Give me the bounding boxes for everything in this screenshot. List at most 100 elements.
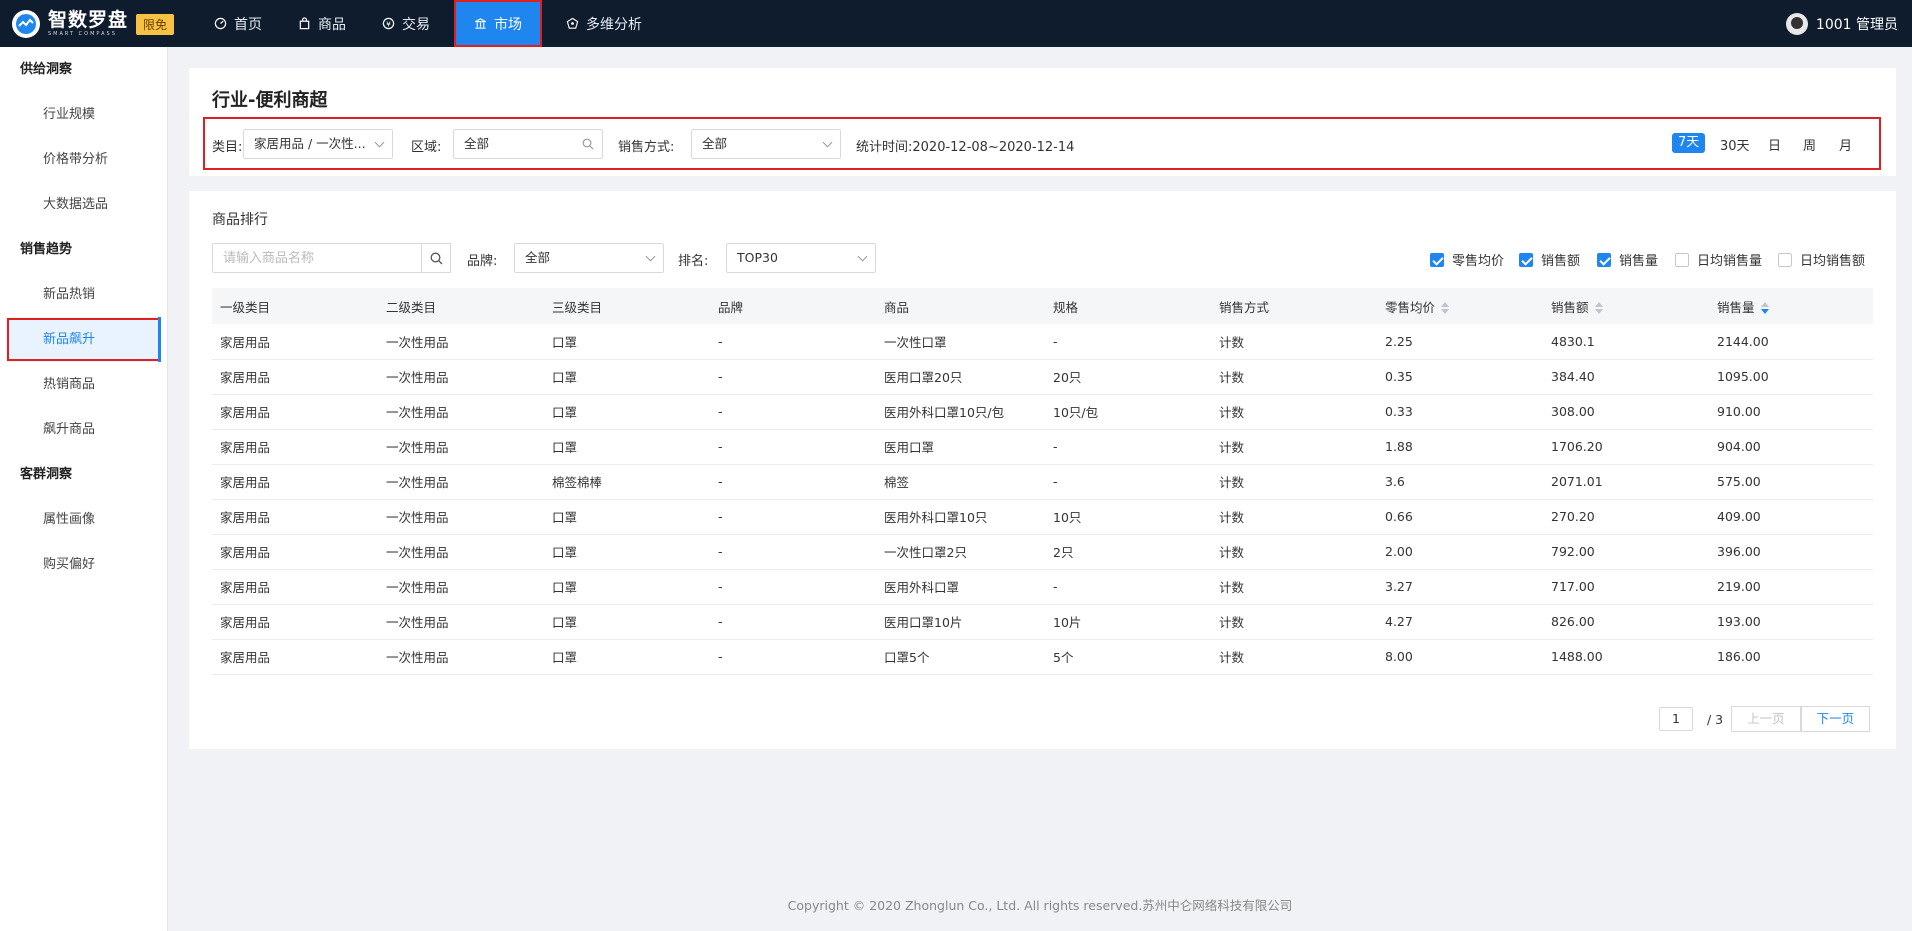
period-30d[interactable]: 30天 [1716,135,1754,154]
table-cell: - [710,639,876,675]
rank-value: TOP30 [737,250,778,265]
table-row[interactable]: 家居用品 一次性用品 口罩 - 医用外科口罩10只 10只 计数 0.66 270.20 409.… [212,499,1873,535]
logo[interactable]: 智数罗盘 SMART COMPASS 限免 [12,9,175,39]
user-name: 1001 管理员 [1815,16,1898,33]
table-cell: 口罩 [544,534,710,570]
table-row[interactable]: 家居用品 一次性用品 口罩 - 一次性口罩2只 2只 计数 2.00 792.00 396.00 [212,534,1873,570]
col-spec: 规格 [1045,288,1211,324]
brand-select[interactable]: 全部 [514,243,664,273]
table-cell: 1488.00 [1543,639,1709,675]
rank-label: 排名: [678,254,709,269]
sidebar-item-hot-goods[interactable]: 热销商品 [0,362,167,407]
region-select[interactable]: 全部 [453,129,603,159]
col-retail-price[interactable]: 零售均价 [1377,288,1543,324]
nav-home[interactable]: 首页 [196,0,280,47]
nav-trade[interactable]: ¥ 交易 [364,0,448,47]
sort-icon[interactable] [1441,302,1450,314]
metric-daily-volume-checkbox[interactable]: 日均销售量 [1675,250,1762,269]
table-cell: 一次性用品 [378,534,544,570]
table-cell: 2144.00 [1709,324,1873,360]
table-cell: 一次性用品 [378,604,544,640]
chevron-down-icon [857,251,868,262]
rank-select[interactable]: TOP30 [726,243,876,273]
search-icon [582,138,594,150]
table-row[interactable]: 家居用品 一次性用品 口罩 - 口罩5个 5个 计数 8.00 1488.00 186.00 [212,639,1873,675]
table-cell: 一次性用品 [378,429,544,465]
sidebar-item-purchase-preference[interactable]: 购买偏好 [0,542,167,587]
sidebar-item-new-rising[interactable]: 新品飙升 [6,317,161,362]
user-menu[interactable]: 1001 管理员 [1785,0,1898,47]
table-cell: 10只 [1045,499,1211,535]
sales-mode-select[interactable]: 全部 [691,129,841,159]
table-cell: 计数 [1211,464,1377,500]
table-row[interactable]: 家居用品 一次性用品 口罩 - 一次性口罩 - 计数 2.25 4830.1 2144.00 [212,324,1873,360]
table-cell: 一次性用品 [378,464,544,500]
period-7d[interactable]: 7天 [1672,133,1706,153]
checkbox-checked-icon [1519,252,1533,267]
table-row[interactable]: 家居用品 一次性用品 口罩 - 医用口罩20只 20只 计数 0.35 384.40 1095.0… [212,359,1873,395]
sidebar-item-industry-scale[interactable]: 行业规模 [0,92,167,137]
table-cell: 医用外科口罩 [876,569,1045,605]
table-cell: 家居用品 [212,534,378,570]
nav-analysis[interactable]: 多维分析 [548,0,660,47]
table-row[interactable]: 家居用品 一次性用品 口罩 - 医用口罩 - 计数 1.88 1706.20 904.00 [212,429,1873,465]
table-cell: 计数 [1211,429,1377,465]
table-cell: 家居用品 [212,499,378,535]
table-row[interactable]: 家居用品 一次性用品 口罩 - 医用外科口罩10只/包 10只/包 计数 0.33 308.00… [212,394,1873,430]
table-cell: 575.00 [1709,464,1873,500]
table-cell: 计数 [1211,359,1377,395]
sidebar-item-attribute-profile[interactable]: 属性画像 [0,497,167,542]
table-cell: 家居用品 [212,359,378,395]
sort-icon[interactable] [1594,302,1603,314]
metric-retail-price-checkbox[interactable]: 零售均价 [1430,250,1504,269]
sidebar-item-rising-goods[interactable]: 飙升商品 [0,407,167,452]
sidebar-item-price-band[interactable]: 价格带分析 [0,137,167,182]
table-cell: 826.00 [1543,604,1709,640]
metric-sales-amount-checkbox[interactable]: 销售额 [1519,250,1580,269]
table-header-row: 一级类目 二级类目 三级类目 品牌 商品 规格 销售方式 零售均价 销售额 销售… [212,288,1873,324]
table-row[interactable]: 家居用品 一次性用品 口罩 - 医用外科口罩 - 计数 3.27 717.00 219.00 [212,569,1873,605]
table-cell: 4830.1 [1543,324,1709,360]
sidebar-item-new-hot[interactable]: 新品热销 [0,272,167,317]
table-cell: 186.00 [1709,639,1873,675]
metric-label: 销售量 [1619,254,1659,269]
metric-sales-volume-checkbox[interactable]: 销售量 [1597,250,1658,269]
period-month[interactable]: 月 [1835,135,1856,154]
table-cell: 一次性用品 [378,359,544,395]
metric-daily-amount-checkbox[interactable]: 日均销售额 [1778,250,1865,269]
sales-mode-label: 销售方式: [618,140,675,155]
page-input[interactable]: 1 [1659,707,1693,731]
search-button[interactable] [421,243,451,273]
table-cell: 384.40 [1543,359,1709,395]
table-cell: - [710,534,876,570]
col-retail-price-label: 零售均价 [1385,299,1436,315]
table-cell: 计数 [1211,534,1377,570]
app-subtitle: SMART COMPASS [48,31,117,37]
table-cell: - [710,464,876,500]
category-select[interactable]: 家居用品 / 一次性... [243,129,393,159]
nav-market[interactable]: 市场 [454,0,542,47]
table-cell: 一次性用品 [378,394,544,430]
table-cell: 4.27 [1377,604,1543,640]
col-product: 商品 [876,288,1045,324]
col-sales-amount[interactable]: 销售额 [1543,288,1709,324]
period-day[interactable]: 日 [1764,135,1785,154]
period-week[interactable]: 周 [1799,135,1820,154]
ranking-table: 一级类目 二级类目 三级类目 品牌 商品 规格 销售方式 零售均价 销售额 销售… [212,288,1873,675]
table-body: 家居用品 一次性用品 口罩 - 一次性口罩 - 计数 2.25 4830.1 2144.00 家居用… [212,324,1873,675]
table-cell: 792.00 [1543,534,1709,570]
next-page-button[interactable]: 下一页 [1800,706,1871,732]
page-total: / 3 [1707,711,1724,727]
product-search-input[interactable] [212,243,421,273]
metric-label: 零售均价 [1452,254,1505,269]
sidebar-group-supply: 供给洞察 [20,62,73,77]
prev-page-button[interactable]: 上一页 [1731,706,1801,732]
bag-icon [299,17,310,30]
nav-goods[interactable]: 商品 [280,0,364,47]
col-sales-volume[interactable]: 销售量 [1709,288,1873,324]
sidebar-item-big-data-selection[interactable]: 大数据选品 [0,182,167,227]
table-row[interactable]: 家居用品 一次性用品 口罩 - 医用口罩10片 10片 计数 4.27 826.00 193.00 [212,604,1873,640]
sort-desc-icon[interactable] [1760,302,1769,314]
table-row[interactable]: 家居用品 一次性用品 棉签棉棒 - 棉签 - 计数 3.6 2071.01 575.00 [212,464,1873,500]
table-cell: 家居用品 [212,639,378,675]
